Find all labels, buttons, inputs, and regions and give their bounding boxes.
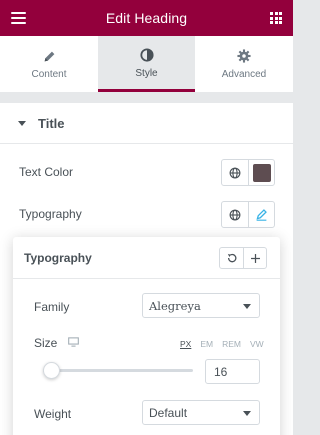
- family-select[interactable]: Alegreya: [142, 293, 260, 318]
- typography-label: Typography: [19, 207, 82, 221]
- popover-actions: [219, 247, 267, 269]
- typography-controls: [221, 201, 275, 228]
- reset-icon: [227, 253, 236, 263]
- chevron-down-icon: [243, 304, 251, 309]
- size-label: Size: [34, 336, 58, 350]
- tab-style[interactable]: Style: [98, 36, 195, 92]
- global-fonts-button[interactable]: [222, 202, 248, 227]
- plus-icon: [250, 253, 260, 263]
- section-toggle-title[interactable]: Title: [0, 102, 293, 144]
- size-input[interactable]: [205, 359, 260, 384]
- weight-label: Weight: [34, 407, 72, 421]
- globe-icon: [229, 209, 241, 220]
- unit-rem[interactable]: REM: [222, 339, 241, 349]
- desktop-icon[interactable]: [68, 337, 79, 347]
- popover-title: Typography: [24, 250, 92, 265]
- widgets-grid-icon[interactable]: [270, 12, 282, 24]
- panel-title: Edit Heading: [105, 10, 188, 26]
- weight-row: Weight Default: [13, 399, 280, 427]
- popover-header: Typography: [13, 237, 280, 279]
- tab-advanced-label: Advanced: [221, 69, 267, 80]
- caret-down-icon: [18, 120, 26, 126]
- gear-icon: [237, 48, 251, 64]
- globe-icon: [229, 167, 241, 178]
- pencil-edit-icon: [256, 209, 267, 221]
- edit-typography-button[interactable]: [248, 202, 274, 227]
- unit-em[interactable]: EM: [200, 339, 213, 349]
- text-color-row: Text Color: [0, 157, 293, 187]
- weight-value: Default: [149, 405, 188, 420]
- size-header-row: Size PX EM REM VW: [13, 334, 280, 354]
- unit-vw[interactable]: VW: [250, 339, 264, 349]
- size-control-row: [13, 358, 280, 386]
- tab-content[interactable]: Content: [0, 36, 98, 92]
- half-circle-icon: [139, 47, 154, 63]
- typography-row: Typography: [0, 199, 293, 229]
- global-colors-button[interactable]: [222, 160, 248, 185]
- text-color-controls: [221, 159, 275, 186]
- size-slider[interactable]: [43, 362, 193, 379]
- family-row: Family Alegreya: [13, 292, 280, 320]
- color-swatch: [252, 163, 271, 182]
- family-label: Family: [34, 300, 70, 314]
- weight-select[interactable]: Default: [142, 400, 260, 425]
- menu-icon[interactable]: [11, 12, 26, 24]
- pencil-icon: [43, 48, 56, 64]
- text-color-label: Text Color: [19, 165, 74, 179]
- editor-tabs: Content Style Advanced: [0, 36, 293, 92]
- section-title: Title: [38, 115, 65, 131]
- color-picker-button[interactable]: [248, 160, 274, 185]
- size-units: PX EM REM VW: [180, 339, 273, 349]
- unit-px[interactable]: PX: [180, 339, 191, 349]
- tab-style-label: Style: [135, 67, 158, 79]
- slider-handle[interactable]: [43, 362, 60, 379]
- tab-advanced[interactable]: Advanced: [195, 36, 293, 92]
- panel-header: Edit Heading: [0, 0, 293, 36]
- typography-popover: Typography Family Alegreya Size PX EM RE…: [13, 237, 280, 435]
- add-global-button[interactable]: [243, 248, 266, 268]
- tab-content-label: Content: [31, 69, 67, 80]
- reset-button[interactable]: [220, 248, 243, 268]
- chevron-down-icon: [243, 411, 251, 416]
- family-value: Alegreya: [149, 298, 201, 313]
- panel-gap: [0, 92, 293, 102]
